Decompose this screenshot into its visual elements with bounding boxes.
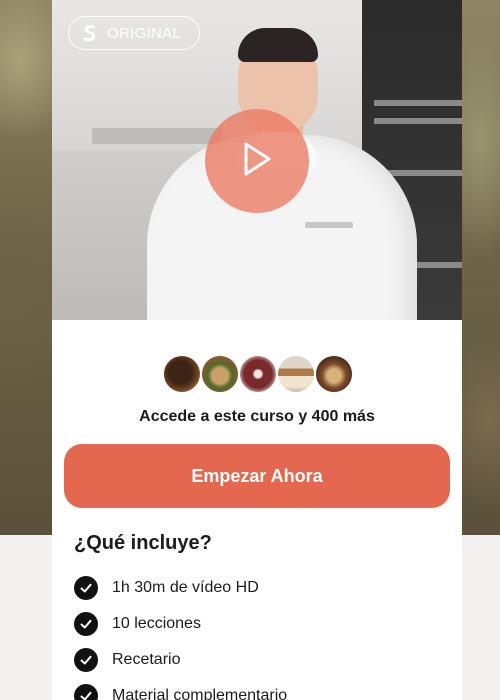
access-text: Accede a este curso y 400 más [139, 408, 375, 425]
course-card: ORIGINAL Accede a este curso y 400 más E… [52, 0, 462, 700]
play-icon [241, 141, 273, 182]
food-thumbnail-icon [314, 354, 354, 394]
list-item-label: 10 lecciones [112, 615, 201, 632]
original-badge-label: ORIGINAL [107, 24, 182, 42]
course-avatar-group [162, 354, 362, 396]
brand-s-logo-icon [81, 24, 99, 42]
check-circle-icon [74, 648, 98, 672]
includes-title: ¿Qué incluye? [74, 532, 212, 554]
check-circle-icon [74, 576, 98, 600]
list-item-label: 1h 30m de vídeo HD [112, 579, 259, 596]
list-item-label: Recetario [112, 651, 181, 668]
includes-list: 1h 30m de vídeo HD 10 lecciones Recetari… [74, 570, 444, 700]
video-player[interactable]: ORIGINAL [52, 0, 462, 320]
play-button[interactable] [205, 109, 309, 213]
start-now-button[interactable]: Empezar Ahora [64, 444, 450, 508]
original-badge: ORIGINAL [68, 16, 200, 50]
food-thumbnail-icon [276, 354, 316, 394]
list-item-label: Material complementario [112, 687, 288, 700]
video-scene-hood [92, 128, 222, 144]
list-item: Material complementario [74, 678, 444, 700]
list-item: Recetario [74, 642, 444, 678]
list-item: 10 lecciones [74, 606, 444, 642]
check-circle-icon [74, 612, 98, 636]
food-thumbnail-icon [200, 354, 240, 394]
list-item: 1h 30m de vídeo HD [74, 570, 444, 606]
food-thumbnail-icon [238, 354, 278, 394]
food-thumbnail-icon [162, 354, 202, 394]
check-circle-icon [74, 684, 98, 700]
